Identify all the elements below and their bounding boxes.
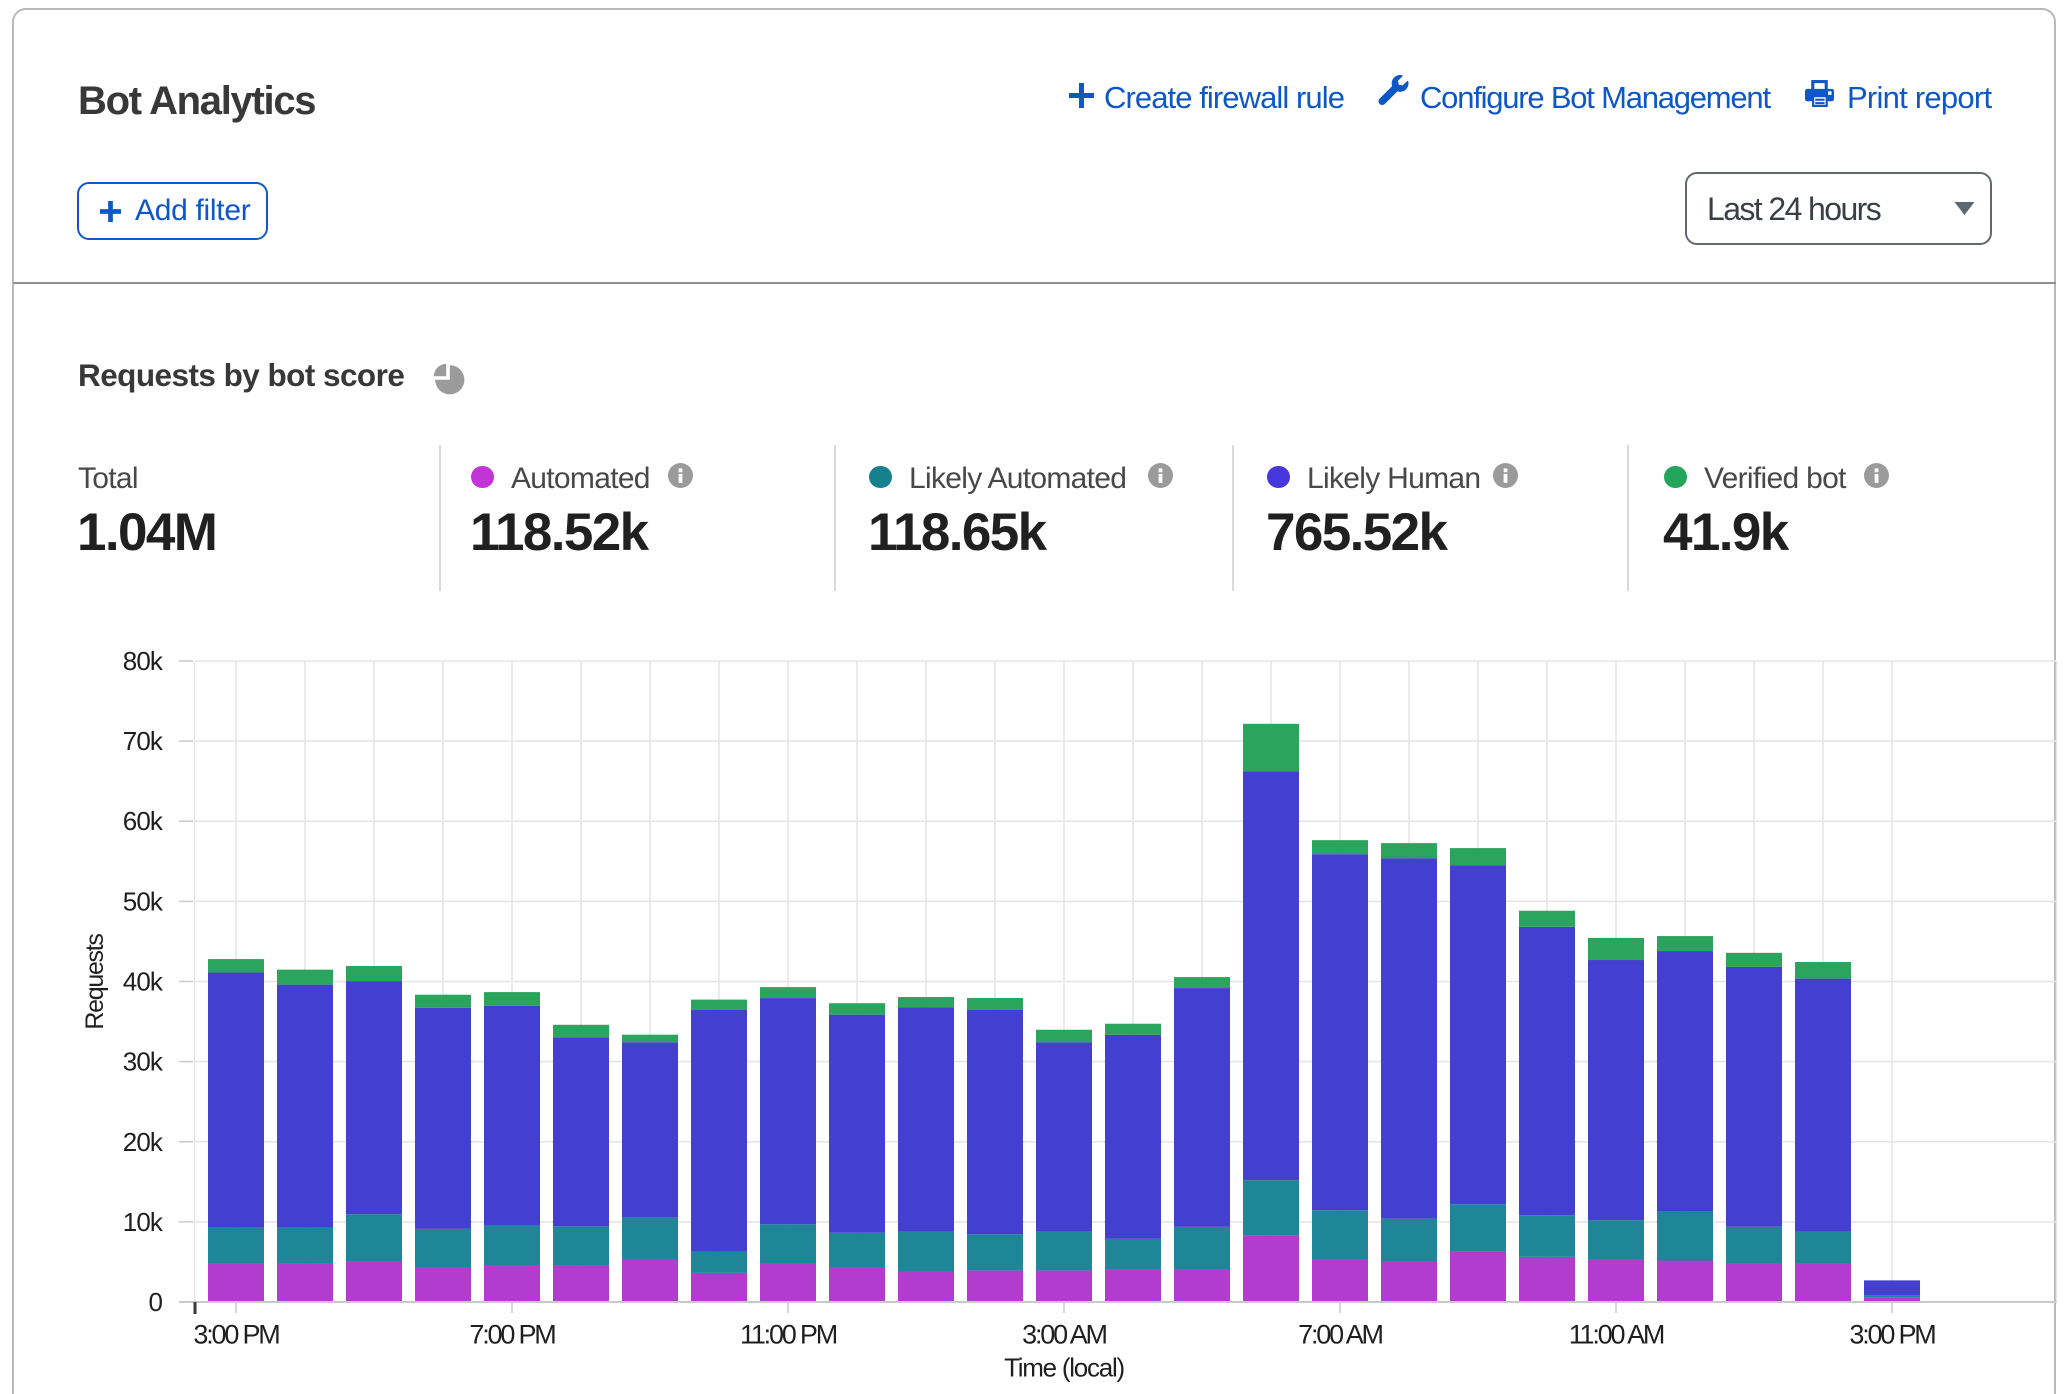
svg-text:Requests: Requests: [81, 934, 109, 1030]
svg-text:10k: 10k: [123, 1207, 164, 1237]
svg-text:3:00 PM: 3:00 PM: [193, 1319, 279, 1349]
svg-text:50k: 50k: [123, 886, 164, 916]
svg-text:70k: 70k: [123, 726, 164, 756]
svg-text:11:00 PM: 11:00 PM: [740, 1319, 837, 1349]
svg-text:0: 0: [148, 1287, 162, 1317]
svg-text:3:00 AM: 3:00 AM: [1022, 1319, 1106, 1349]
svg-text:40k: 40k: [123, 967, 164, 997]
svg-text:30k: 30k: [123, 1047, 164, 1077]
svg-text:7:00 AM: 7:00 AM: [1298, 1319, 1382, 1349]
svg-text:Time (local): Time (local): [1004, 1353, 1124, 1383]
svg-text:11:00 AM: 11:00 AM: [1569, 1319, 1664, 1349]
svg-text:20k: 20k: [123, 1127, 164, 1157]
svg-text:80k: 80k: [123, 646, 164, 676]
svg-text:3:00 PM: 3:00 PM: [1849, 1319, 1935, 1349]
svg-text:7:00 PM: 7:00 PM: [469, 1319, 555, 1349]
svg-text:60k: 60k: [123, 806, 164, 836]
